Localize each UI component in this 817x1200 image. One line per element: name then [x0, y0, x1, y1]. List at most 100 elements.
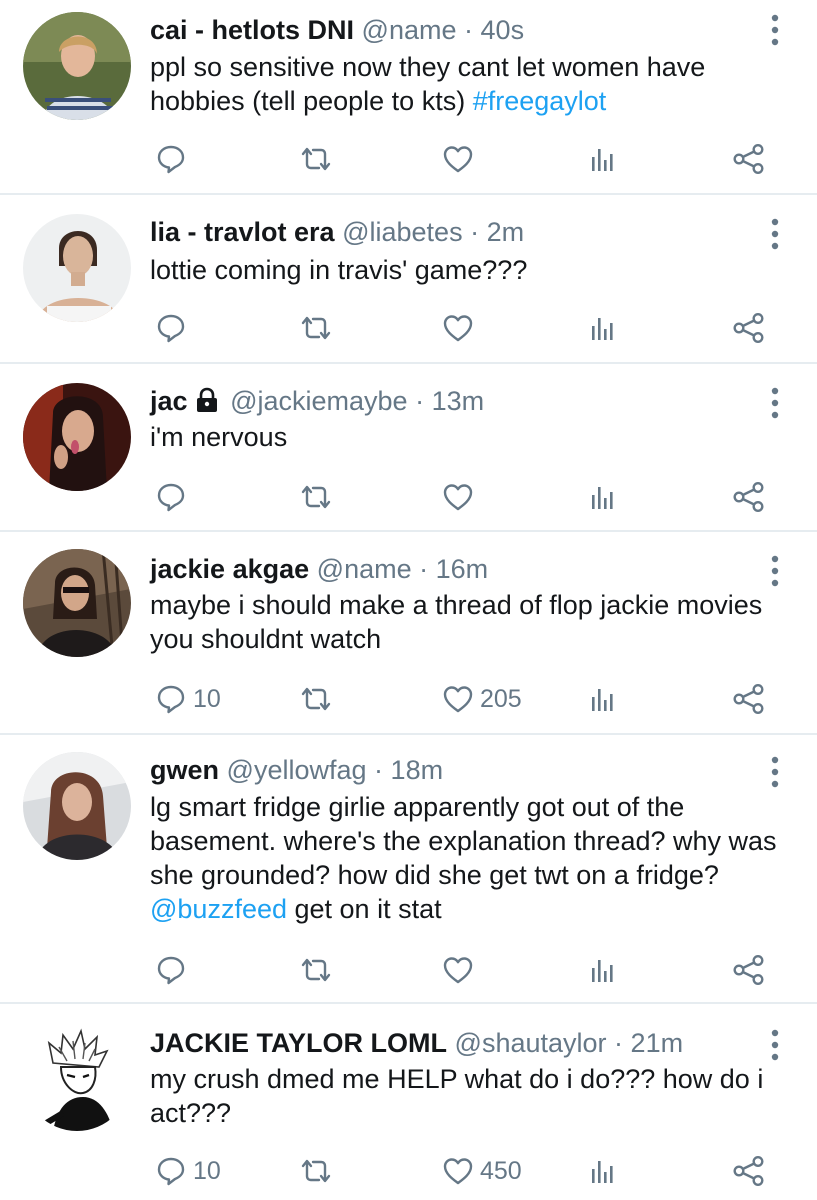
- analytics-icon: [586, 481, 618, 513]
- like-count: 450: [480, 1156, 522, 1185]
- username[interactable]: @liabetes: [342, 217, 462, 247]
- analytics-button[interactable]: [586, 308, 618, 348]
- reply-button[interactable]: [155, 139, 187, 179]
- more-options-button[interactable]: [771, 555, 779, 587]
- more-options-button[interactable]: [771, 756, 779, 788]
- reply-count: 10: [193, 684, 221, 713]
- analytics-icon: [586, 312, 618, 344]
- like-icon: [442, 143, 474, 175]
- separator-dot: ·: [415, 386, 425, 416]
- avatar[interactable]: [23, 1023, 131, 1131]
- divider: [0, 530, 817, 532]
- analytics-button[interactable]: [586, 139, 618, 179]
- analytics-button[interactable]: [586, 679, 618, 719]
- reply-button[interactable]: 10: [155, 679, 221, 719]
- display-name[interactable]: gwen: [150, 755, 219, 785]
- share-button[interactable]: [732, 139, 766, 179]
- retweet-button[interactable]: [298, 477, 334, 517]
- username[interactable]: @jackiemaybe: [230, 386, 407, 416]
- retweet-button[interactable]: [298, 139, 334, 179]
- tweet-actions: 10 205: [0, 679, 817, 719]
- reply-button[interactable]: [155, 477, 187, 517]
- separator-dot: ·: [470, 217, 480, 247]
- separator-dot: ·: [464, 15, 474, 45]
- tweet[interactable]: gwen @yellowfag · 18m lg smart fridge gi…: [0, 736, 817, 1002]
- tweet-text: lg smart fridge girlie apparently got ou…: [150, 790, 790, 926]
- retweet-button[interactable]: [298, 1151, 334, 1191]
- timestamp[interactable]: 21m: [631, 1028, 684, 1058]
- tweet-actions: 10 450: [0, 1151, 817, 1191]
- avatar[interactable]: [23, 752, 131, 860]
- more-vertical-icon: [771, 756, 779, 788]
- more-options-button[interactable]: [771, 218, 779, 250]
- more-options-button[interactable]: [771, 1029, 779, 1061]
- reply-icon: [155, 481, 187, 513]
- retweet-button[interactable]: [298, 679, 334, 719]
- share-button[interactable]: [732, 477, 766, 517]
- separator-dot: ·: [419, 554, 429, 584]
- tweet-text-part: lottie coming in travis' game???: [150, 255, 528, 285]
- tweet-header: gwen @yellowfag · 18m: [150, 752, 443, 788]
- timeline-feed: cai - hetlots DNI @name · 40s ppl so sen…: [0, 0, 817, 1200]
- display-name[interactable]: jac: [150, 386, 188, 416]
- reply-button[interactable]: [155, 308, 187, 348]
- share-button[interactable]: [732, 679, 766, 719]
- tweet-text-part: ppl so sensitive now they cant let women…: [150, 52, 706, 116]
- like-button[interactable]: [442, 139, 474, 179]
- like-button[interactable]: [442, 950, 474, 990]
- display-name[interactable]: jackie akgae: [150, 554, 309, 584]
- analytics-button[interactable]: [586, 950, 618, 990]
- analytics-icon: [586, 683, 618, 715]
- username[interactable]: @shautaylor: [455, 1028, 607, 1058]
- share-button[interactable]: [732, 1151, 766, 1191]
- display-name[interactable]: JACKIE TAYLOR LOML: [150, 1028, 447, 1058]
- separator-dot: ·: [614, 1028, 624, 1058]
- display-name[interactable]: cai - hetlots DNI: [150, 15, 354, 45]
- timestamp[interactable]: 13m: [432, 386, 485, 416]
- like-button[interactable]: 450: [442, 1151, 522, 1191]
- tweet-text-part: maybe i should make a thread of flop jac…: [150, 590, 763, 654]
- timestamp[interactable]: 18m: [391, 755, 444, 785]
- tweet[interactable]: lia - travlot era @liabetes · 2m lottie …: [0, 196, 817, 362]
- timestamp[interactable]: 16m: [436, 554, 489, 584]
- more-options-button[interactable]: [771, 387, 779, 419]
- tweet-text: maybe i should make a thread of flop jac…: [150, 588, 790, 656]
- analytics-button[interactable]: [586, 1151, 618, 1191]
- avatar[interactable]: [23, 214, 131, 322]
- hashtag-link[interactable]: #freegaylot: [473, 86, 607, 116]
- share-button[interactable]: [732, 308, 766, 348]
- share-icon: [732, 481, 766, 513]
- retweet-button[interactable]: [298, 308, 334, 348]
- analytics-icon: [586, 954, 618, 986]
- timestamp[interactable]: 40s: [481, 15, 525, 45]
- tweet[interactable]: jac @jackiemaybe · 13m i'm nervous: [0, 365, 817, 530]
- mention-link[interactable]: @buzzfeed: [150, 894, 287, 924]
- tweet[interactable]: JACKIE TAYLOR LOML @shautaylor · 21m my …: [0, 1005, 817, 1200]
- tweet[interactable]: jackie akgae @name · 16m maybe i should …: [0, 533, 817, 733]
- like-button[interactable]: [442, 308, 474, 348]
- timestamp[interactable]: 2m: [487, 217, 525, 247]
- reply-icon: [155, 683, 187, 715]
- username[interactable]: @name: [362, 15, 457, 45]
- reply-icon: [155, 143, 187, 175]
- tweet[interactable]: cai - hetlots DNI @name · 40s ppl so sen…: [0, 0, 817, 193]
- retweet-button[interactable]: [298, 950, 334, 990]
- avatar[interactable]: [23, 383, 131, 491]
- avatar[interactable]: [23, 549, 131, 657]
- like-button[interactable]: 205: [442, 679, 522, 719]
- analytics-button[interactable]: [586, 477, 618, 517]
- like-button[interactable]: [442, 477, 474, 517]
- avatar[interactable]: [23, 12, 131, 120]
- more-options-button[interactable]: [771, 14, 779, 46]
- display-name[interactable]: lia - travlot era: [150, 217, 335, 247]
- tweet-text: ppl so sensitive now they cant let women…: [150, 50, 790, 118]
- share-button[interactable]: [732, 950, 766, 990]
- tweet-text-part: my crush dmed me HELP what do i do??? ho…: [150, 1064, 764, 1128]
- username[interactable]: @yellowfag: [227, 755, 367, 785]
- reply-button[interactable]: [155, 950, 187, 990]
- retweet-icon: [298, 481, 334, 513]
- username[interactable]: @name: [317, 554, 412, 584]
- reply-button[interactable]: 10: [155, 1151, 221, 1191]
- share-icon: [732, 1155, 766, 1187]
- like-icon: [442, 1155, 474, 1187]
